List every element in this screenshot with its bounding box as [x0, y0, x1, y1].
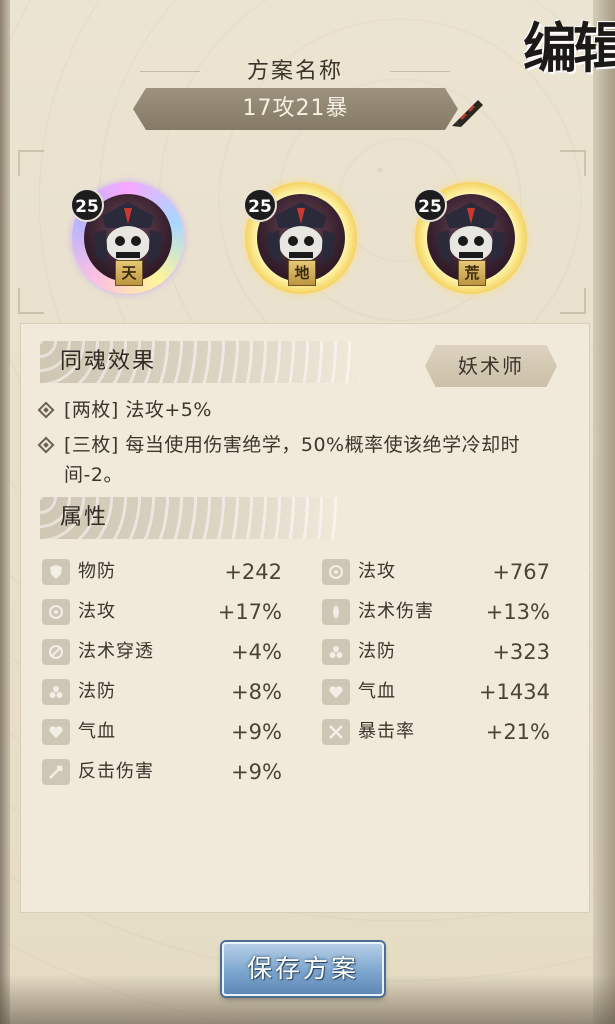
soul-slot-1[interactable]: 25 天: [70, 182, 184, 294]
soul-level-badge: 25: [413, 188, 447, 222]
penetration-icon: [42, 639, 70, 665]
right-frame-edge: [593, 0, 615, 1024]
corner-ornament: [18, 150, 44, 176]
heart-icon: [42, 719, 70, 745]
plan-name-field[interactable]: 17攻21暴: [133, 88, 458, 130]
crit-icon: [322, 719, 350, 745]
stat-row: 法术穿透 +4%: [42, 637, 282, 667]
stat-row: 法攻 +17%: [42, 597, 282, 627]
soul-position-tag: 天: [115, 260, 143, 286]
magic-defense-icon: [42, 679, 70, 705]
corner-title: 编辑: [523, 16, 615, 80]
stat-row: 法防 +8%: [42, 677, 282, 707]
pen-icon: [452, 100, 483, 127]
corner-ornament: [560, 288, 586, 314]
soul-position-tag: 地: [288, 260, 316, 286]
shield-icon: [42, 559, 70, 585]
class-badge: 妖术师: [425, 345, 557, 387]
stat-row: 物防 +242: [42, 557, 282, 587]
save-plan-button[interactable]: 保存方案: [222, 942, 384, 996]
magic-defense-icon: [322, 639, 350, 665]
corner-ornament: [18, 288, 44, 314]
soul-slot-2[interactable]: 25 地: [243, 182, 357, 294]
magic-attack-icon: [42, 599, 70, 625]
stat-row: 法攻 +767: [322, 557, 550, 587]
stat-row: 暴击率 +21%: [322, 717, 550, 747]
soul-level-badge: 25: [243, 188, 277, 222]
counter-icon: [42, 759, 70, 785]
soul-level-badge: 25: [70, 188, 104, 222]
stat-row: 气血 +1434: [322, 677, 550, 707]
edit-plan-name-button[interactable]: [448, 92, 486, 130]
magic-attack-icon: [322, 559, 350, 585]
set-effect-heading: 同魂效果: [40, 341, 360, 383]
corner-ornament: [560, 150, 586, 176]
stat-row: 法术伤害 +13%: [322, 597, 550, 627]
stat-row: 反击伤害 +9%: [42, 757, 282, 787]
stat-row: 气血 +9%: [42, 717, 282, 747]
set-effect-line: [两枚] 法攻+5%: [37, 395, 570, 425]
set-effect-line: [三枚] 每当使用伤害绝学，50%概率使该绝学冷却时间-2。: [37, 430, 560, 490]
soul-slot-3[interactable]: 25 荒: [413, 182, 527, 294]
soul-plan-screen: 编辑 方案名称 17攻21暴 25 天 25 地 25 荒 同魂效果 妖术师 […: [0, 0, 615, 1024]
spell-damage-icon: [322, 599, 350, 625]
left-frame-edge: [0, 0, 10, 1024]
stat-row: 法防 +323: [322, 637, 550, 667]
heart-icon: [322, 679, 350, 705]
soul-position-tag: 荒: [458, 260, 486, 286]
attributes-heading: 属性: [40, 497, 340, 539]
plan-name-label: 方案名称: [140, 54, 450, 90]
